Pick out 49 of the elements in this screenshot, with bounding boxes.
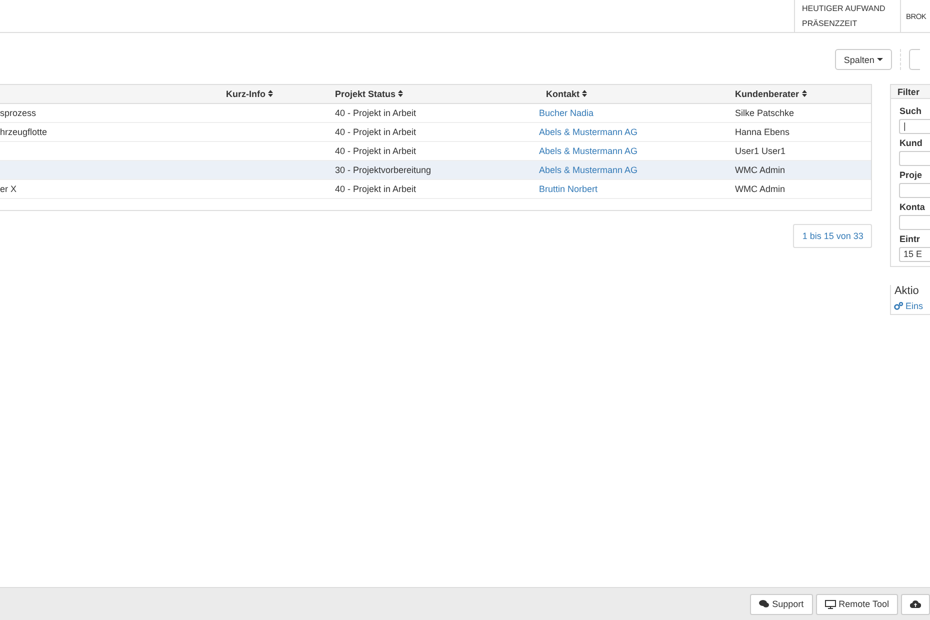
contact-link[interactable]: Abels & Mustermann AG [539,127,735,137]
panel-title: Aktio [894,285,920,297]
input-field[interactable] [899,215,930,230]
table-cell-text: 40 - Projekt in Arbeit [335,108,418,118]
footer-button[interactable]: Remote Tool [816,594,898,614]
footer-button[interactable]: Support [750,594,813,614]
column-header[interactable]: Kontakt [539,89,735,99]
table-cell-text: 30 - Projektvorbereitung [335,165,432,175]
table-cell-text: Hanna Ebens [735,127,791,137]
table-cell-text: hrzeugflotte [0,127,48,137]
contact-link[interactable]: Abels & Mustermann AG [539,146,735,156]
input-field[interactable]: | [899,119,930,134]
field-label: Konta [899,202,926,212]
field-label: Such [899,106,922,116]
column-header[interactable]: Projekt Status [335,89,539,99]
toolbar-button[interactable] [909,49,920,70]
table-cell-text: 40 - Projekt in Arbeit [335,184,418,194]
column-header[interactable]: Kurz-Info [226,89,335,99]
input-field[interactable] [899,151,930,166]
input-field[interactable] [899,183,930,198]
contact-link[interactable]: Bucher Nadia [539,108,735,118]
table-cell-text: sprozess [0,108,38,118]
table-cell-text: Silke Patschke [735,108,796,118]
upload-button[interactable] [901,594,930,614]
table-cell-text: WMC Admin [735,184,786,194]
table-cell-text: 40 - Projekt in Arbeit [335,146,418,156]
field-label: Eintr [899,234,921,244]
settings-link[interactable]: Eins [894,301,930,311]
contact-link[interactable]: Bruttin Norbert [539,184,735,194]
columns-dropdown-button[interactable]: Spalten [834,49,892,70]
column-header[interactable]: Kundenberater [735,89,872,99]
pagination-info[interactable]: 1 bis 15 von 33 [793,224,872,248]
table-cell-text: User1 User1 [735,146,787,156]
input-field[interactable]: 15 E [899,247,930,262]
chat-icon [759,600,770,608]
table-cell-text: WMC Admin [735,165,786,175]
panel-title: Filter [891,85,930,99]
field-label: Proje [899,170,923,180]
gears-icon [894,302,904,310]
header-label: PRÄSENZZEIT [802,19,858,28]
monitor-icon [824,600,836,608]
table-cell-text: er X [0,184,18,194]
cloud-upload-icon [910,600,921,608]
contact-link[interactable]: Abels & Mustermann AG [539,165,735,175]
caret-icon [877,58,884,61]
table-row[interactable]: 30 - Projektvorbereitung Abels & Mustermann AG WMC Admin [0,161,872,180]
field-label: Kund [899,138,924,148]
table-cell-text: 40 - Projekt in Arbeit [335,127,418,137]
header-label: HEUTIGER AUFWAND [802,4,886,13]
